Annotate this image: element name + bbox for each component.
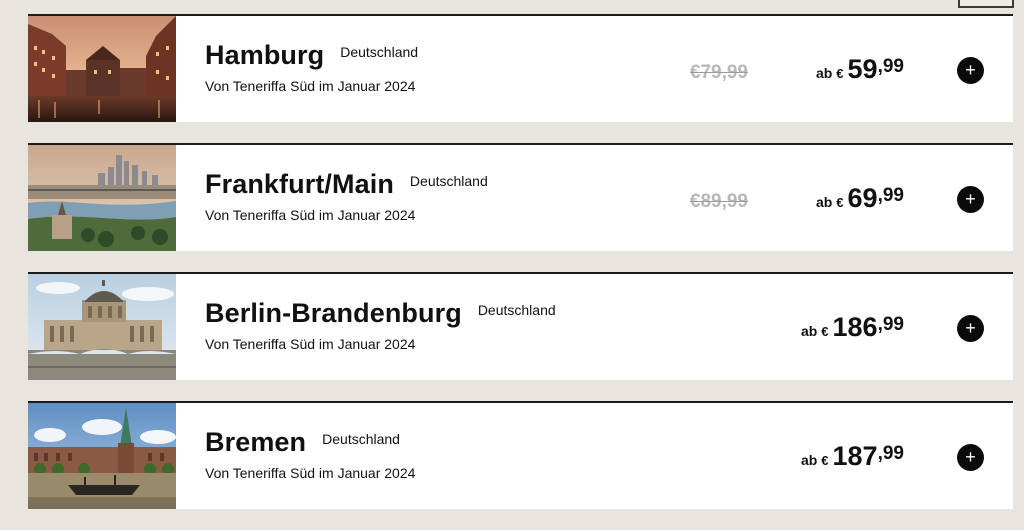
- destination-list: Hamburg Deutschland Von Teneriffa Süd im…: [28, 14, 1013, 530]
- plus-icon: +: [965, 189, 976, 209]
- destination-card-berlin[interactable]: Berlin-Brandenburg Deutschland Von Tener…: [28, 272, 1013, 380]
- destination-image-berlin: [28, 274, 176, 380]
- flight-subtitle: Von Teneriffa Süd im Januar 2024: [205, 78, 416, 94]
- destination-country: Deutschland: [322, 431, 400, 447]
- add-button[interactable]: +: [957, 186, 984, 213]
- current-price: ab € 186 ,99: [801, 312, 904, 343]
- destination-card-frankfurt[interactable]: Frankfurt/Main Deutschland Von Teneriffa…: [28, 143, 1013, 251]
- destination-image-frankfurt: [28, 145, 176, 251]
- add-button[interactable]: +: [957, 444, 984, 471]
- plus-icon: +: [965, 60, 976, 80]
- price-decimal: ,99: [877, 56, 904, 77]
- original-price: €89,99: [689, 191, 748, 212]
- price-prefix: ab: [815, 65, 833, 81]
- destination-image-bremen: [28, 403, 176, 509]
- price-currency: €: [836, 66, 844, 81]
- price-integer: 186: [832, 312, 878, 342]
- price-decimal: ,99: [877, 314, 904, 335]
- destination-card-hamburg[interactable]: Hamburg Deutschland Von Teneriffa Süd im…: [28, 14, 1013, 122]
- destination-country: Deutschland: [477, 302, 556, 318]
- current-price: ab € 59 ,99: [816, 54, 904, 85]
- price-integer: 59: [847, 54, 878, 84]
- price-decimal: ,99: [877, 185, 904, 206]
- price-decimal: ,99: [877, 443, 904, 464]
- add-button[interactable]: +: [957, 315, 984, 342]
- price-currency: €: [821, 324, 829, 339]
- destination-city: Frankfurt/Main: [205, 169, 394, 199]
- price-prefix: ab: [800, 452, 818, 468]
- add-button[interactable]: +: [957, 57, 984, 84]
- price-currency: €: [821, 453, 829, 468]
- price-prefix: ab: [800, 323, 818, 339]
- flight-subtitle: Von Teneriffa Süd im Januar 2024: [205, 465, 416, 481]
- destination-city: Berlin-Brandenburg: [205, 298, 462, 328]
- original-price: €79,99: [689, 62, 748, 83]
- price-integer: 187: [832, 441, 878, 471]
- destination-card-bremen[interactable]: Bremen Deutschland Von Teneriffa Süd im …: [28, 401, 1013, 509]
- top-corner-control: [958, 0, 1014, 8]
- flight-subtitle: Von Teneriffa Süd im Januar 2024: [205, 207, 416, 223]
- destination-country: Deutschland: [340, 44, 419, 60]
- current-price: ab € 69 ,99: [816, 183, 904, 214]
- destination-city: Bremen: [205, 427, 307, 457]
- current-price: ab € 187 ,99: [801, 441, 904, 472]
- plus-icon: +: [965, 447, 976, 467]
- price-currency: €: [836, 195, 844, 210]
- destination-country: Deutschland: [409, 173, 488, 189]
- flight-subtitle: Von Teneriffa Süd im Januar 2024: [205, 336, 416, 352]
- destination-image-hamburg: [28, 16, 176, 122]
- price-integer: 69: [847, 183, 878, 213]
- price-prefix: ab: [815, 194, 833, 210]
- plus-icon: +: [965, 318, 976, 338]
- destination-city: Hamburg: [205, 40, 325, 70]
